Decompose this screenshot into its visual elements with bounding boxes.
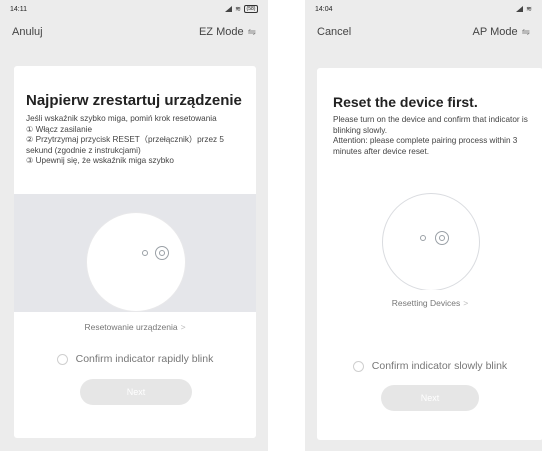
device-icon xyxy=(86,212,186,312)
instruction-line: Attention: please complete pairing proce… xyxy=(333,136,518,156)
next-button[interactable]: Next xyxy=(80,379,192,405)
page-title: Reset the device first. xyxy=(333,94,478,110)
confirm-label: Confirm indicator rapidly blink xyxy=(75,353,214,365)
reset-device-link[interactable]: Resetowanie urządzenia > xyxy=(14,322,256,332)
status-bar: 14:04 ≋ xyxy=(305,0,542,18)
signal-icon xyxy=(224,6,233,12)
status-bar: 14:11 ≋ (58) xyxy=(0,0,268,18)
battery-icon: (58) xyxy=(244,5,258,13)
reset-device-link[interactable]: Resetting Devices > xyxy=(317,298,542,308)
indicator-light-icon xyxy=(142,250,148,256)
wifi-icon: ≋ xyxy=(526,5,532,13)
chevron-right-icon: > xyxy=(180,322,186,332)
chevron-right-icon: > xyxy=(463,298,469,308)
confirm-radio[interactable] xyxy=(352,360,364,372)
instructions-text: Please turn on the device and confirm th… xyxy=(333,115,533,157)
status-icons: ≋ (58) xyxy=(224,5,258,13)
power-icon xyxy=(155,246,169,260)
status-icons: ≋ xyxy=(515,6,532,13)
reset-link-label: Resetting Devices xyxy=(391,298,461,308)
indicator-light-icon xyxy=(420,235,426,241)
instruction-line: Please turn on the device and confirm th… xyxy=(333,115,528,135)
mode-label: AP Mode xyxy=(472,26,518,38)
instruction-line: Jeśli wskaźnik szybko miga, pomiń krok r… xyxy=(26,114,217,123)
reset-instructions-card: Najpierw zrestartuj urządzenie Jeśli wsk… xyxy=(14,66,256,438)
power-icon xyxy=(435,231,449,245)
top-bar: Anuluj EZ Mode ⇋ xyxy=(0,18,268,46)
device-illustration xyxy=(317,165,542,290)
status-time: 14:11 xyxy=(10,5,27,13)
instruction-line: ② Przytrzymaj przycisk RESET（przełącznik… xyxy=(26,135,224,155)
phone-screen-ap-mode: 14:04 ≋ Cancel AP Mode ⇋ Reset the devic… xyxy=(305,0,542,451)
instruction-line: ① Włącz zasilanie xyxy=(26,124,93,134)
confirm-indicator-option[interactable]: Confirm indicator rapidly blink xyxy=(14,353,256,365)
mode-switch-button[interactable]: EZ Mode ⇋ xyxy=(199,26,256,38)
top-bar: Cancel AP Mode ⇋ xyxy=(305,18,542,46)
confirm-label: Confirm indicator slowly blink xyxy=(371,360,508,372)
page-title: Najpierw zrestartuj urządzenie xyxy=(26,92,242,109)
swap-arrows-icon: ⇋ xyxy=(521,26,530,38)
reset-instructions-card: Reset the device first. Please turn on t… xyxy=(317,68,542,440)
confirm-radio[interactable] xyxy=(56,353,68,365)
instructions-text: Jeśli wskaźnik szybko miga, pomiń krok r… xyxy=(26,114,250,167)
confirm-indicator-option[interactable]: Confirm indicator slowly blink xyxy=(317,360,542,372)
phone-screen-ez-mode: 14:11 ≋ (58) Anuluj EZ Mode ⇋ Najpierw z… xyxy=(0,0,268,451)
signal-icon xyxy=(515,6,524,12)
next-button[interactable]: Next xyxy=(381,385,479,411)
device-illustration xyxy=(14,194,256,312)
mode-label: EZ Mode xyxy=(198,26,244,38)
instruction-line: ③ Upewnij się, że wskaźnik miga szybko xyxy=(26,156,174,165)
status-time: 14:04 xyxy=(315,5,333,13)
cancel-button[interactable]: Anuluj xyxy=(12,26,43,38)
reset-link-label: Resetowanie urządzenia xyxy=(84,322,178,332)
cancel-button[interactable]: Cancel xyxy=(317,26,351,38)
mode-switch-button[interactable]: AP Mode ⇋ xyxy=(473,26,530,38)
swap-arrows-icon: ⇋ xyxy=(247,26,256,38)
wifi-icon: ≋ xyxy=(235,5,241,13)
device-icon xyxy=(382,193,480,290)
